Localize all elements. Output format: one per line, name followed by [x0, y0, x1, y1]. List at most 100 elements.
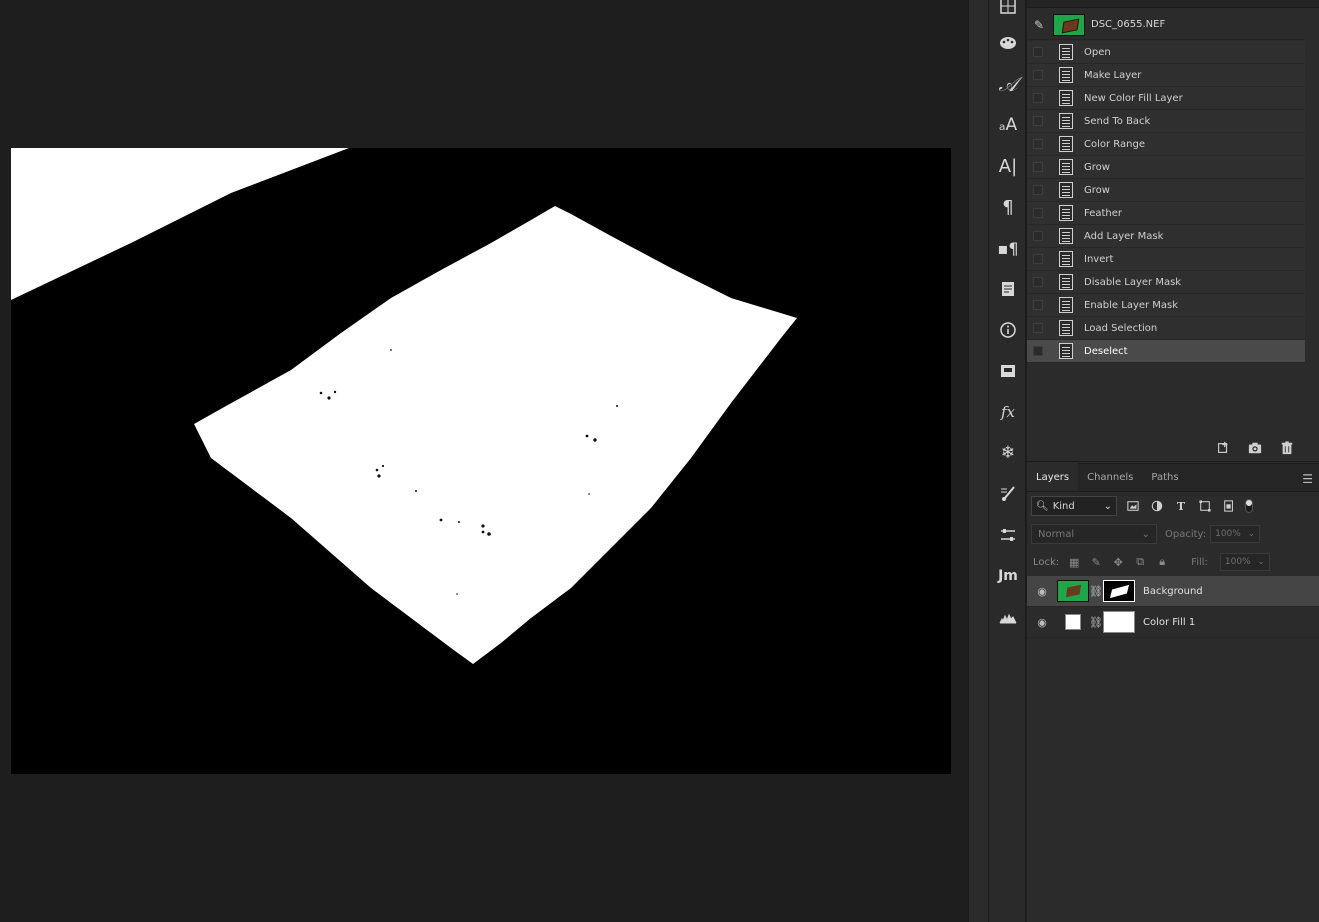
- history-source-checkbox[interactable]: [1033, 208, 1043, 218]
- mask-preview-image: [11, 148, 951, 774]
- histogram-icon[interactable]: [989, 599, 1027, 635]
- history-item[interactable]: Add Layer Mask: [1027, 225, 1305, 248]
- fill-color-swatch[interactable]: [1065, 614, 1081, 630]
- lock-image-pixels-icon[interactable]: ✎: [1089, 555, 1103, 569]
- layer-row-background[interactable]: ◉ ⛓ Background: [1027, 576, 1319, 607]
- history-item-label: Feather: [1084, 207, 1123, 219]
- link-chain-icon[interactable]: ⛓: [1089, 585, 1103, 598]
- fill-value: 100%: [1224, 557, 1251, 567]
- history-item[interactable]: Deselect: [1027, 340, 1305, 363]
- lock-artboard-icon[interactable]: ⧉: [1133, 555, 1147, 569]
- glyphs-icon[interactable]: A|: [989, 148, 1027, 184]
- fill-field[interactable]: 100% ⌄: [1219, 553, 1270, 571]
- camera-icon[interactable]: [1247, 440, 1263, 456]
- paragraph-style-icon[interactable]: ▪¶: [989, 230, 1027, 266]
- character-style-icon[interactable]: ₐA: [989, 107, 1027, 143]
- history-source-checkbox[interactable]: [1033, 346, 1043, 356]
- filter-smart-object-icon[interactable]: [1221, 498, 1237, 514]
- info-icon[interactable]: [989, 312, 1027, 348]
- paragraph-icon[interactable]: ¶: [989, 189, 1027, 225]
- search-icon: 🔍︎: [1036, 500, 1049, 512]
- jm-icon[interactable]: Jm: [989, 558, 1027, 594]
- plugin-icon[interactable]: ❄: [989, 435, 1027, 471]
- history-item[interactable]: Make Layer: [1027, 64, 1305, 87]
- document-canvas[interactable]: [11, 148, 951, 774]
- history-scrollbar[interactable]: [1306, 10, 1319, 432]
- right-panels: ✎ DSC_0655.NEF Open Make Layer New Color F…: [1027, 0, 1319, 922]
- history-item-label: Disable Layer Mask: [1084, 276, 1182, 288]
- history-source-checkbox[interactable]: [1033, 300, 1043, 310]
- layer-mask-thumbnail[interactable]: [1103, 611, 1135, 633]
- history-source-checkbox[interactable]: [1033, 70, 1043, 80]
- blend-mode-select[interactable]: Normal ⌄: [1031, 524, 1157, 544]
- history-source-checkbox[interactable]: [1033, 139, 1043, 149]
- palette-icon[interactable]: [989, 25, 1027, 61]
- history-source-checkbox[interactable]: [1033, 231, 1043, 241]
- layer-row-color-fill[interactable]: ◉ ⛓ Color Fill 1: [1027, 607, 1319, 638]
- tab-layers[interactable]: Layers: [1027, 463, 1079, 491]
- 3d-icon[interactable]: [989, 353, 1027, 389]
- chevron-down-icon: ⌄: [1247, 529, 1256, 539]
- lock-all-icon[interactable]: 🔒︎: [1155, 555, 1169, 569]
- link-chain-icon[interactable]: ⛓: [1089, 616, 1103, 629]
- history-source-checkbox[interactable]: [1033, 185, 1043, 195]
- filter-adjustment-icon[interactable]: [1149, 498, 1165, 514]
- history-source-checkbox[interactable]: [1033, 323, 1043, 333]
- tab-channels[interactable]: Channels: [1078, 463, 1142, 491]
- layer-mask-thumbnail[interactable]: [1103, 580, 1135, 602]
- history-item[interactable]: Invert: [1027, 248, 1305, 271]
- opacity-field[interactable]: 100% ⌄: [1210, 525, 1261, 543]
- history-brush-source-icon[interactable]: ✎: [1027, 18, 1051, 32]
- history-item[interactable]: Load Selection: [1027, 317, 1305, 340]
- lock-row: Lock: ▦ ✎ ✥ ⧉ 🔒︎ Fill: 100% ⌄: [1027, 548, 1319, 576]
- filter-pixel-icon[interactable]: [1125, 498, 1141, 514]
- history-source-checkbox[interactable]: [1033, 47, 1043, 57]
- filter-kind-select[interactable]: 🔍︎ Kind ⌄: [1031, 496, 1117, 516]
- history-item[interactable]: New Color Fill Layer: [1027, 87, 1305, 110]
- brush-settings-icon[interactable]: [989, 476, 1027, 512]
- history-source-checkbox[interactable]: [1033, 254, 1043, 264]
- panel-dock-gutter: [968, 0, 988, 922]
- eye-icon[interactable]: ◉: [1027, 585, 1057, 598]
- filter-shape-icon[interactable]: [1197, 498, 1213, 514]
- history-item[interactable]: Open: [1027, 41, 1305, 64]
- history-item-label: Deselect: [1084, 345, 1128, 357]
- history-item-label: New Color Fill Layer: [1084, 92, 1183, 104]
- history-item[interactable]: Enable Layer Mask: [1027, 294, 1305, 317]
- grid-icon[interactable]: [989, 0, 1027, 24]
- history-state-icon: [1059, 67, 1073, 83]
- history-item[interactable]: Feather: [1027, 202, 1305, 225]
- filter-toggle[interactable]: [1245, 499, 1253, 513]
- layer-filter-row: 🔍︎ Kind ⌄ T: [1027, 492, 1319, 520]
- history-item[interactable]: Disable Layer Mask: [1027, 271, 1305, 294]
- chevron-down-icon: ⌄: [1141, 528, 1150, 540]
- history-item[interactable]: Grow: [1027, 179, 1305, 202]
- history-source-checkbox[interactable]: [1033, 116, 1043, 126]
- history-snapshot[interactable]: ✎ DSC_0655.NEF: [1027, 10, 1305, 40]
- history-source-checkbox[interactable]: [1033, 162, 1043, 172]
- canvas-workspace[interactable]: [0, 0, 968, 922]
- panel-menu-icon[interactable]: ☰: [1302, 472, 1313, 486]
- adjustments-icon[interactable]: [989, 517, 1027, 553]
- history-item[interactable]: Grow: [1027, 156, 1305, 179]
- fx-icon[interactable]: fx: [989, 394, 1027, 430]
- history-source-checkbox[interactable]: [1033, 277, 1043, 287]
- history-item-label: Add Layer Mask: [1084, 230, 1164, 242]
- history-state-icon: [1059, 297, 1073, 313]
- history-state-icon: [1059, 159, 1073, 175]
- eye-icon[interactable]: ◉: [1027, 616, 1057, 629]
- tab-paths[interactable]: Paths: [1142, 463, 1187, 491]
- lock-transparent-pixels-icon[interactable]: ▦: [1067, 555, 1081, 569]
- character-icon[interactable]: 𝒜: [989, 66, 1027, 102]
- history-state-icon: [1059, 251, 1073, 267]
- filter-type-icon[interactable]: T: [1173, 498, 1189, 514]
- new-document-from-state-icon[interactable]: [1215, 440, 1231, 456]
- history-list: Open Make Layer New Color Fill Layer Send T…: [1027, 41, 1305, 363]
- trash-icon[interactable]: [1279, 440, 1295, 456]
- lock-position-icon[interactable]: ✥: [1111, 555, 1125, 569]
- snapshot-label: DSC_0655.NEF: [1091, 19, 1166, 30]
- history-item[interactable]: Send To Back: [1027, 110, 1305, 133]
- history-source-checkbox[interactable]: [1033, 93, 1043, 103]
- history-item[interactable]: Color Range: [1027, 133, 1305, 156]
- notes-icon[interactable]: [989, 271, 1027, 307]
